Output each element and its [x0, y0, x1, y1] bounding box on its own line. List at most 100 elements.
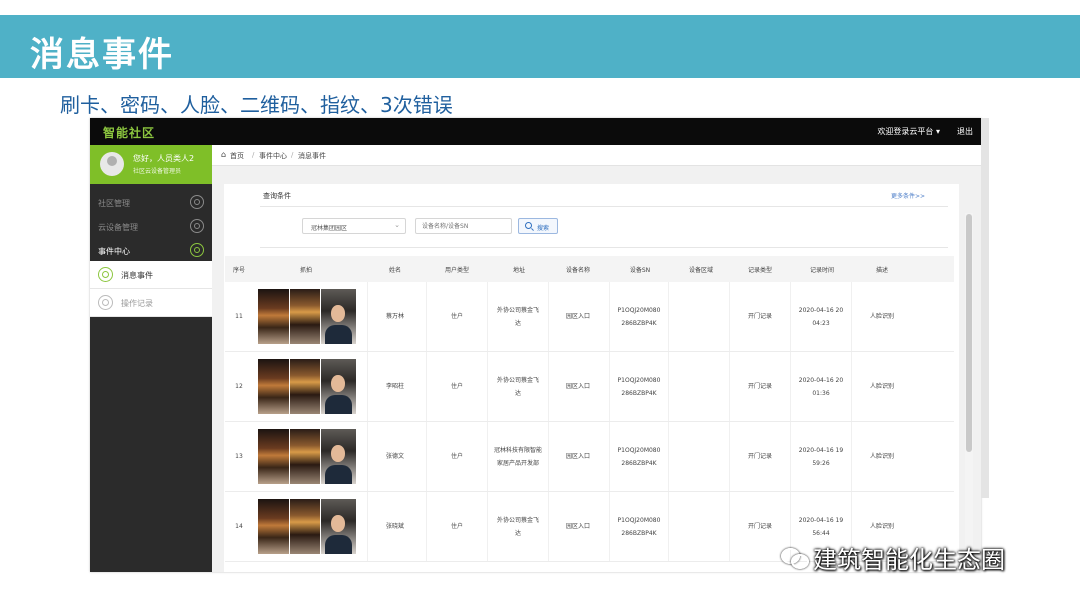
home-icon[interactable]: ⌂ [221, 150, 226, 159]
capture-photos[interactable] [258, 359, 356, 414]
scrollbar-thumb[interactable] [966, 214, 972, 452]
column-divider [729, 492, 730, 561]
user-type-cell: 住户 [450, 313, 463, 320]
column-divider [790, 282, 791, 351]
capture-photo[interactable] [321, 289, 356, 344]
column-header[interactable]: 抓拍 [285, 265, 327, 274]
capture-photos[interactable] [258, 429, 356, 484]
column-divider [426, 282, 427, 351]
capture-photo[interactable] [290, 359, 320, 414]
column-header[interactable]: 序号 [228, 265, 250, 274]
device-name-cell: 园区入口 [565, 383, 590, 390]
face [331, 515, 345, 532]
column-divider [367, 282, 368, 351]
record-time-cell: 2020-04-16 20 [798, 307, 844, 314]
name-cell: 蔡万林 [385, 313, 404, 320]
column-header[interactable]: 记录类型 [735, 265, 785, 274]
column-header[interactable]: 用户类型 [432, 265, 482, 274]
column-header[interactable]: 地址 [495, 265, 543, 274]
column-header[interactable]: 设备名称 [553, 265, 603, 274]
column-header[interactable]: 设备区域 [675, 265, 727, 274]
column-divider [487, 492, 488, 561]
breadcrumb-home[interactable]: 首页 [230, 151, 244, 161]
address-cell: 外协公司蔡金飞 [496, 377, 539, 384]
column-divider [729, 352, 730, 421]
breadcrumb-current: 消息事件 [298, 152, 326, 160]
sidebar-subitem-operation-log[interactable]: 操作记录 [90, 289, 212, 317]
column-header[interactable]: 设备SN [615, 265, 665, 274]
column-header[interactable]: 描述 [857, 265, 907, 274]
main-content: 查询条件 更多条件>> 冠林集团园区 ⌄ 搜索 序号 抓拍 姓名 用户类型 [212, 166, 981, 572]
table-row[interactable]: 12 李昭柱 住户 外协公司蔡金飞 达 园区入口 P1OQJ20M080 286… [225, 352, 954, 422]
table-row[interactable]: 11 蔡万林 住户 外协公司蔡金飞 达 园区入口 P1OQJ20M080 286… [225, 282, 954, 352]
watermark-text: 建筑智能化生态圈 [813, 546, 1005, 574]
device-search-input[interactable] [415, 218, 512, 234]
table-row[interactable]: 13 张德文 住户 冠林科技有限智能 家居产品开发部 园区入口 P1OQJ20M… [225, 422, 954, 492]
column-header[interactable]: 姓名 [375, 265, 415, 274]
sidebar-item-label: 社区管理 [98, 199, 130, 208]
park-select[interactable]: 冠林集团园区 ⌄ [302, 218, 406, 234]
user-type-cell: 住户 [450, 383, 463, 390]
column-divider [790, 352, 791, 421]
search-icon [525, 222, 532, 229]
capture-photo[interactable] [290, 289, 320, 344]
record-time-cell: 56:44 [812, 530, 830, 537]
column-divider [548, 282, 549, 351]
app-logo[interactable]: 智能社区 [103, 124, 155, 141]
capture-photo[interactable] [321, 359, 356, 414]
query-panel: 查询条件 更多条件>> 冠林集团园区 ⌄ 搜索 序号 抓拍 姓名 用户类型 [224, 184, 959, 572]
description-cell: 人脸识别 [869, 453, 894, 460]
logout-link[interactable]: 退出 [957, 126, 973, 137]
column-divider [729, 422, 730, 491]
capture-photo[interactable] [258, 499, 289, 554]
column-header[interactable]: 记录时间 [797, 265, 847, 274]
capture-photos[interactable] [258, 499, 356, 554]
capture-photo[interactable] [290, 499, 320, 554]
welcome-menu[interactable]: 欢迎登录云平台 ▾ [877, 126, 940, 137]
more-conditions-link[interactable]: 更多条件>> [891, 191, 925, 200]
address-cell: 达 [514, 390, 521, 397]
description-cell: 人脸识别 [869, 313, 894, 320]
slide-subtitle: 刷卡、密码、人脸、二维码、指纹、3次错误 [60, 93, 453, 117]
column-divider [548, 352, 549, 421]
address-cell: 达 [514, 320, 521, 327]
capture-photo[interactable] [321, 499, 356, 554]
sidebar-item-community[interactable]: 社区管理 [90, 192, 212, 216]
record-time-cell: 01:36 [812, 390, 830, 397]
column-divider [609, 492, 610, 561]
device-name-cell: 园区入口 [565, 313, 590, 320]
breadcrumb-separator: / [252, 151, 255, 159]
row-index: 11 [235, 313, 243, 320]
slide-title: 消息事件 [30, 35, 174, 75]
chevron-down-icon: ⌄ [394, 221, 400, 229]
capture-photo[interactable] [321, 429, 356, 484]
breadcrumb-event-center[interactable]: 事件中心 [259, 151, 287, 161]
description-cell: 人脸识别 [869, 383, 894, 390]
column-divider [487, 352, 488, 421]
avatar[interactable] [100, 152, 124, 176]
table-header: 序号 抓拍 姓名 用户类型 地址 设备名称 设备SN 设备区域 记录类型 记录时… [225, 256, 954, 282]
address-cell: 家居产品开发部 [496, 460, 539, 467]
face [331, 445, 345, 462]
search-button[interactable]: 搜索 [518, 218, 558, 234]
capture-photo[interactable] [258, 359, 289, 414]
circle-icon [98, 267, 113, 282]
sidebar-subitem-message-events[interactable]: 消息事件 [90, 261, 212, 289]
address-cell: 外协公司蔡金飞 [496, 307, 539, 314]
row-index: 14 [235, 523, 243, 530]
page-scrollbar[interactable] [981, 118, 989, 498]
capture-photos[interactable] [258, 289, 356, 344]
capture-photo[interactable] [290, 429, 320, 484]
person-body [325, 465, 352, 484]
face [331, 375, 345, 392]
column-divider [851, 352, 852, 421]
record-type-cell: 开门记录 [747, 383, 772, 390]
person-body [325, 325, 352, 344]
capture-photo[interactable] [258, 429, 289, 484]
capture-photo[interactable] [258, 289, 289, 344]
column-divider [668, 422, 669, 491]
record-time-cell: 59:26 [812, 460, 830, 467]
sidebar-item-cloud-device[interactable]: 云设备管理 [90, 216, 212, 240]
query-form: 冠林集团园区 ⌄ 搜索 [260, 206, 948, 248]
person-body [325, 535, 352, 554]
